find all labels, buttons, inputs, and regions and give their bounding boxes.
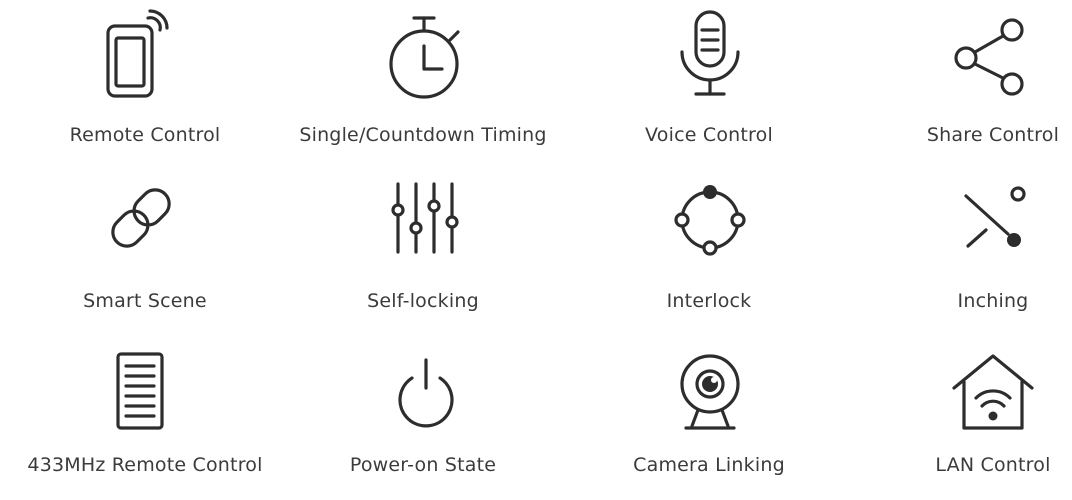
- feature-self-locking: Self-locking: [278, 170, 568, 330]
- stopwatch-icon: [389, 16, 460, 99]
- link-chain-icon: [111, 188, 171, 248]
- feature-label: 433MHz Remote Control: [27, 454, 263, 476]
- webcam-icon: [680, 354, 740, 430]
- feature-label: Voice Control: [645, 124, 773, 146]
- feature-label: Single/Countdown Timing: [299, 124, 547, 146]
- feature-label: Interlock: [666, 290, 752, 312]
- feature-camera-linking: Camera Linking: [564, 340, 854, 500]
- share-icon: [954, 18, 1024, 96]
- feature-label: Remote Control: [69, 124, 221, 146]
- feature-lan-control: LAN Control: [848, 340, 1072, 500]
- feature-label: LAN Control: [935, 454, 1051, 476]
- feature-433mhz-remote: 433MHz Remote Control: [0, 340, 290, 500]
- feature-inching: Inching: [848, 170, 1072, 330]
- feature-label: Inching: [957, 290, 1029, 312]
- feature-interlock: Interlock: [564, 170, 854, 330]
- feature-remote-control: Remote Control: [0, 0, 290, 160]
- feature-timing: Single/Countdown Timing: [278, 0, 568, 160]
- feature-voice-control: Voice Control: [564, 0, 854, 160]
- home-wifi-icon: [952, 354, 1034, 430]
- interlock-circle-icon: [674, 185, 746, 256]
- feature-power-on-state: Power-on State: [278, 340, 568, 500]
- microphone-icon: [680, 10, 740, 96]
- feature-label: Power-on State: [349, 454, 497, 476]
- feature-share-control: Share Control: [848, 0, 1072, 160]
- inching-switch-icon: [964, 186, 1026, 248]
- feature-label: Share Control: [926, 124, 1060, 146]
- feature-label: Camera Linking: [633, 454, 785, 476]
- feature-label: Smart Scene: [83, 290, 207, 312]
- feature-smart-scene: Smart Scene: [0, 170, 290, 330]
- power-icon: [398, 358, 454, 428]
- feature-label: Self-locking: [367, 290, 479, 312]
- equalizer-sliders-icon: [391, 182, 459, 254]
- rf-remote-icon: [116, 352, 164, 430]
- smartphone-wifi-icon: [106, 9, 169, 98]
